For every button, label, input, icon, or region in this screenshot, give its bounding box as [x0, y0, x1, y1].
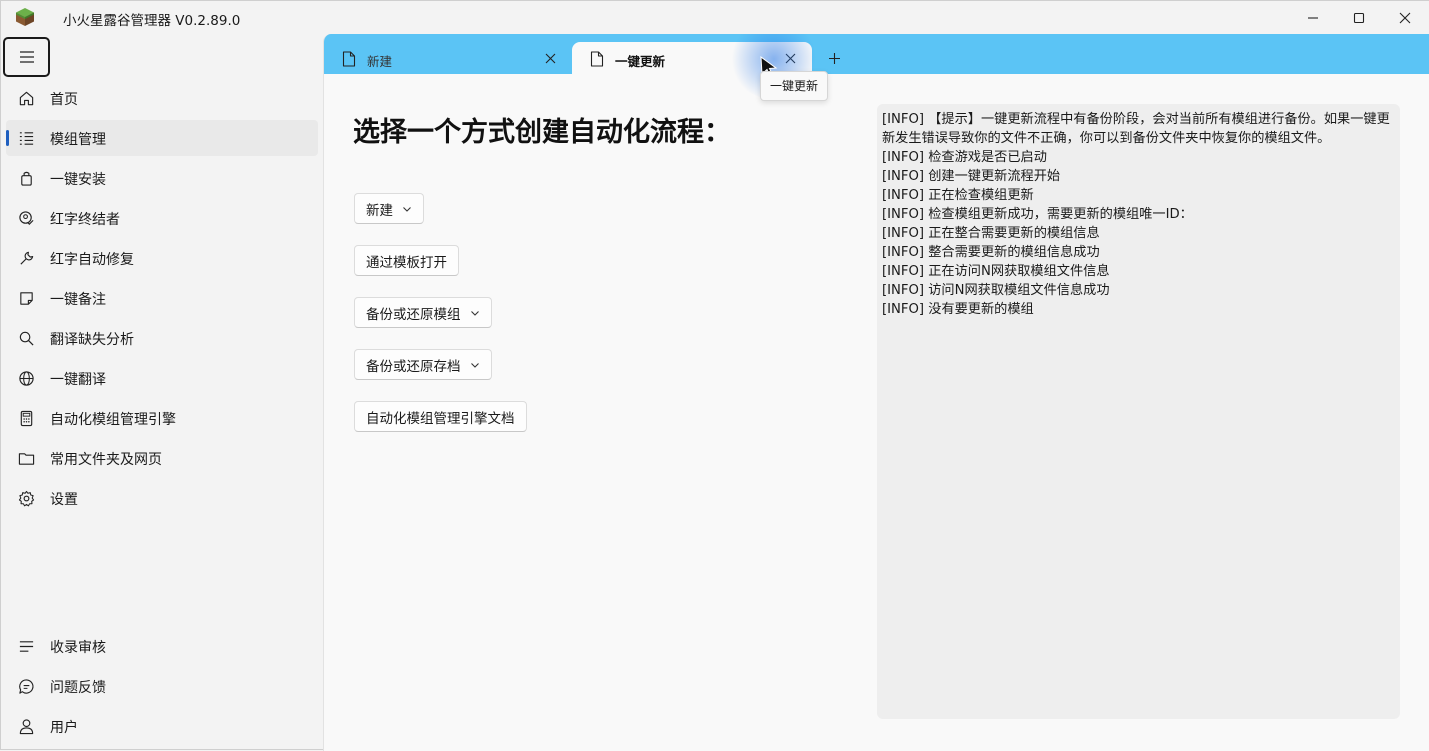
- main-content: 新建 一键更新 一键更新 选择一个方式创建自动化流程： 新建 通过模板打开 备份…: [323, 34, 1429, 751]
- open-from-template-button[interactable]: 通过模板打开: [354, 245, 459, 276]
- sidebar-item-label: 一键安装: [50, 172, 106, 188]
- list-icon: [17, 129, 35, 147]
- title-bar[interactable]: 小火星露谷管理器 V0.2.89.0: [1, 1, 1429, 34]
- sidebar-item-review[interactable]: 收录审核: [6, 628, 318, 664]
- backup-restore-mods-button[interactable]: 备份或还原模组: [354, 297, 492, 328]
- sidebar-item-label: 翻译缺失分析: [50, 332, 134, 348]
- close-window-button[interactable]: [1382, 1, 1428, 34]
- close-icon: [1399, 12, 1411, 23]
- log-line: [INFO] 【提示】一键更新流程中有备份阶段，会对当前所有模组进行备份。如果一…: [882, 112, 1390, 146]
- log-panel[interactable]: [INFO] 【提示】一键更新流程中有备份阶段，会对当前所有模组进行备份。如果一…: [877, 104, 1400, 719]
- button-label: 通过模板打开: [366, 254, 447, 271]
- sidebar-item-label: 设置: [50, 492, 78, 508]
- engine-docs-button[interactable]: 自动化模组管理引擎文档: [354, 401, 527, 432]
- sidebar-item-one-click-translate[interactable]: 一键翻译: [6, 360, 318, 396]
- button-label: 新建: [366, 202, 393, 219]
- window-title: 小火星露谷管理器 V0.2.89.0: [63, 13, 241, 29]
- folder-icon: [17, 449, 35, 467]
- sidebar-item-home[interactable]: 首页: [6, 80, 318, 116]
- sidebar-item-automation-engine[interactable]: 自动化模组管理引擎: [6, 400, 318, 436]
- sidebar-item-translation-analysis[interactable]: 翻译缺失分析: [6, 320, 318, 356]
- chevron-down-icon: [470, 360, 480, 370]
- document-icon: [342, 51, 356, 67]
- sidebar-item-one-click-note[interactable]: 一键备注: [6, 280, 318, 316]
- sidebar-item-red-text-terminator[interactable]: 红字终结者: [6, 200, 318, 236]
- sidebar-item-label: 常用文件夹及网页: [50, 452, 162, 468]
- sidebar-item-label: 用户: [50, 720, 78, 736]
- tab-close-button[interactable]: [543, 51, 557, 65]
- search-icon: [17, 329, 35, 347]
- hamburger-menu-icon: [19, 51, 34, 63]
- tab-close-button[interactable]: [783, 51, 797, 65]
- sidebar-item-label: 收录审核: [50, 640, 106, 656]
- log-line: [INFO] 整合需要更新的模组信息成功: [882, 245, 1100, 260]
- bag-icon: [17, 169, 35, 187]
- home-icon: [17, 89, 35, 107]
- selection-indicator: [6, 130, 9, 146]
- lines-icon: [17, 637, 35, 655]
- log-line: [INFO] 创建一键更新流程开始: [882, 169, 1061, 184]
- sidebar-item-label: 首页: [50, 92, 78, 108]
- sidebar-item-label: 一键翻译: [50, 372, 106, 388]
- sidebar-item-one-click-install[interactable]: 一键安装: [6, 160, 318, 196]
- log-line: [INFO] 没有要更新的模组: [882, 302, 1034, 317]
- chevron-down-icon: [470, 308, 480, 318]
- button-label: 备份或还原模组: [366, 306, 461, 323]
- app-window: 小火星露谷管理器 V0.2.89.0 首页 模组管理 一键安装 红字终结者 红字…: [0, 0, 1429, 751]
- sidebar-item-mod-management[interactable]: 模组管理: [6, 120, 318, 156]
- calculator-icon: [17, 409, 35, 427]
- checkmark-person-icon: [17, 209, 35, 227]
- tab-strip: 新建 一键更新: [324, 34, 1429, 74]
- sidebar-item-common-folders[interactable]: 常用文件夹及网页: [6, 440, 318, 476]
- document-icon: [590, 51, 604, 67]
- sidebar-item-user[interactable]: 用户: [6, 708, 318, 744]
- sidebar-item-label: 自动化模组管理引擎: [50, 412, 176, 428]
- tab-tooltip: 一键更新: [760, 71, 829, 101]
- chat-icon: [17, 677, 35, 695]
- log-line: [INFO] 正在检查模组更新: [882, 188, 1034, 203]
- note-icon: [17, 289, 35, 307]
- sidebar: 首页 模组管理 一键安装 红字终结者 红字自动修复 一键备注 翻译缺失分析 一键…: [1, 34, 323, 751]
- sidebar-item-label: 红字终结者: [50, 212, 120, 228]
- maximize-button[interactable]: [1336, 1, 1382, 34]
- backup-restore-saves-button[interactable]: 备份或还原存档: [354, 349, 492, 380]
- menu-toggle-button[interactable]: [3, 37, 50, 77]
- globe-icon: [17, 369, 35, 387]
- person-icon: [17, 717, 35, 735]
- sidebar-item-label: 模组管理: [50, 132, 106, 148]
- sidebar-item-label: 一键备注: [50, 292, 106, 308]
- sidebar-item-settings[interactable]: 设置: [6, 480, 318, 516]
- add-tab-button[interactable]: [826, 50, 842, 66]
- sidebar-item-red-text-autofix[interactable]: 红字自动修复: [6, 240, 318, 276]
- close-icon: [545, 53, 555, 63]
- page-heading: 选择一个方式创建自动化流程：: [353, 117, 731, 148]
- close-icon: [785, 53, 795, 63]
- sidebar-item-label: 问题反馈: [50, 680, 106, 696]
- minimize-button[interactable]: [1290, 1, 1336, 34]
- log-line: [INFO] 检查模组更新成功，需要更新的模组唯一ID：: [882, 207, 1193, 222]
- log-line: [INFO] 访问N网获取模组文件信息成功: [882, 283, 1110, 298]
- tab-new[interactable]: 新建: [324, 42, 571, 74]
- sidebar-item-label: 红字自动修复: [50, 252, 134, 268]
- chevron-down-icon: [402, 204, 412, 214]
- sidebar-item-feedback[interactable]: 问题反馈: [6, 668, 318, 704]
- log-line: [INFO] 正在整合需要更新的模组信息: [882, 226, 1100, 241]
- plus-icon: [828, 52, 840, 64]
- wrench-icon: [17, 249, 35, 267]
- tab-label: 新建: [367, 54, 393, 69]
- tab-label: 一键更新: [615, 54, 666, 69]
- log-line: [INFO] 检查游戏是否已启动: [882, 150, 1047, 165]
- gear-icon: [17, 489, 35, 507]
- minimize-icon: [1308, 16, 1318, 19]
- button-label: 自动化模组管理引擎文档: [366, 410, 515, 427]
- button-label: 备份或还原存档: [366, 358, 461, 375]
- grass-block-icon: [16, 8, 34, 26]
- log-line: [INFO] 正在访问N网获取模组文件信息: [882, 264, 1110, 279]
- maximize-icon: [1353, 12, 1365, 23]
- new-dropdown-button[interactable]: 新建: [354, 193, 424, 224]
